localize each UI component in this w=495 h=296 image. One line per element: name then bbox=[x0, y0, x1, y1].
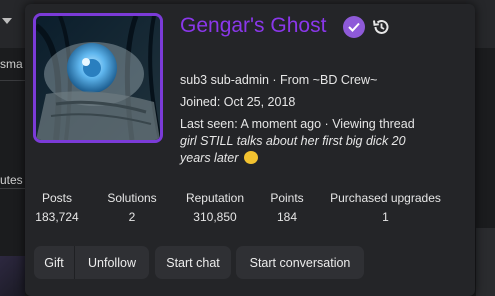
background-text: utes bbox=[0, 173, 23, 187]
unfollow-button[interactable]: Unfollow bbox=[75, 246, 149, 279]
stat-value: 2 bbox=[128, 210, 136, 224]
stat-label: Points bbox=[270, 191, 304, 205]
stat-label: Purchased upgrades bbox=[330, 191, 441, 205]
start-chat-button[interactable]: Start chat bbox=[155, 246, 231, 279]
stat-purchased-upgrades[interactable]: Purchased upgrades 1 bbox=[329, 191, 442, 224]
stat-solutions[interactable]: Solutions 2 bbox=[107, 191, 157, 224]
stat-label: Posts bbox=[41, 191, 72, 205]
joined-date: Joined: Oct 25, 2018 bbox=[180, 95, 296, 109]
stat-points[interactable]: Points 184 bbox=[270, 191, 304, 224]
thread-title[interactable]: girl STILL talks about her first big dic… bbox=[180, 134, 406, 165]
background-panel bbox=[476, 228, 495, 296]
dropdown-caret-icon[interactable] bbox=[2, 18, 12, 24]
username-link[interactable]: Gengar's Ghost bbox=[180, 14, 326, 38]
viewing-thread-link[interactable]: girl STILL talks about her first big dic… bbox=[180, 133, 430, 167]
user-role-and-origin: sub3 sub-admin · From ~BD Crew~ bbox=[180, 73, 378, 87]
stat-posts[interactable]: Posts 183,724 bbox=[34, 191, 80, 224]
avatar[interactable] bbox=[33, 13, 163, 143]
stat-label: Solutions bbox=[107, 191, 157, 205]
history-icon[interactable] bbox=[371, 17, 391, 37]
last-seen-label: Last seen: bbox=[180, 117, 238, 131]
member-tooltip-card: Gengar's Ghost sub3 sub-admin · From ~BD… bbox=[25, 4, 475, 296]
stat-label: Reputation bbox=[185, 191, 245, 205]
gift-button[interactable]: Gift bbox=[34, 246, 74, 279]
start-conversation-button[interactable]: Start conversation bbox=[236, 246, 364, 279]
background-text: sma bbox=[0, 57, 23, 71]
laughing-emoji-icon bbox=[243, 151, 258, 164]
stat-value: 184 bbox=[276, 210, 298, 224]
last-seen-value: A moment ago · Viewing thread bbox=[240, 117, 415, 131]
stat-value: 183,724 bbox=[35, 210, 79, 224]
background-thumbnail bbox=[0, 256, 25, 296]
stat-value: 1 bbox=[382, 210, 389, 224]
stat-value: 310,850 bbox=[193, 210, 237, 224]
stat-reputation[interactable]: Reputation 310,850 bbox=[182, 191, 248, 224]
verified-badge-icon bbox=[343, 16, 365, 38]
avatar-image bbox=[36, 16, 160, 140]
last-seen-status: Last seen: A moment ago · Viewing thread bbox=[180, 117, 415, 131]
